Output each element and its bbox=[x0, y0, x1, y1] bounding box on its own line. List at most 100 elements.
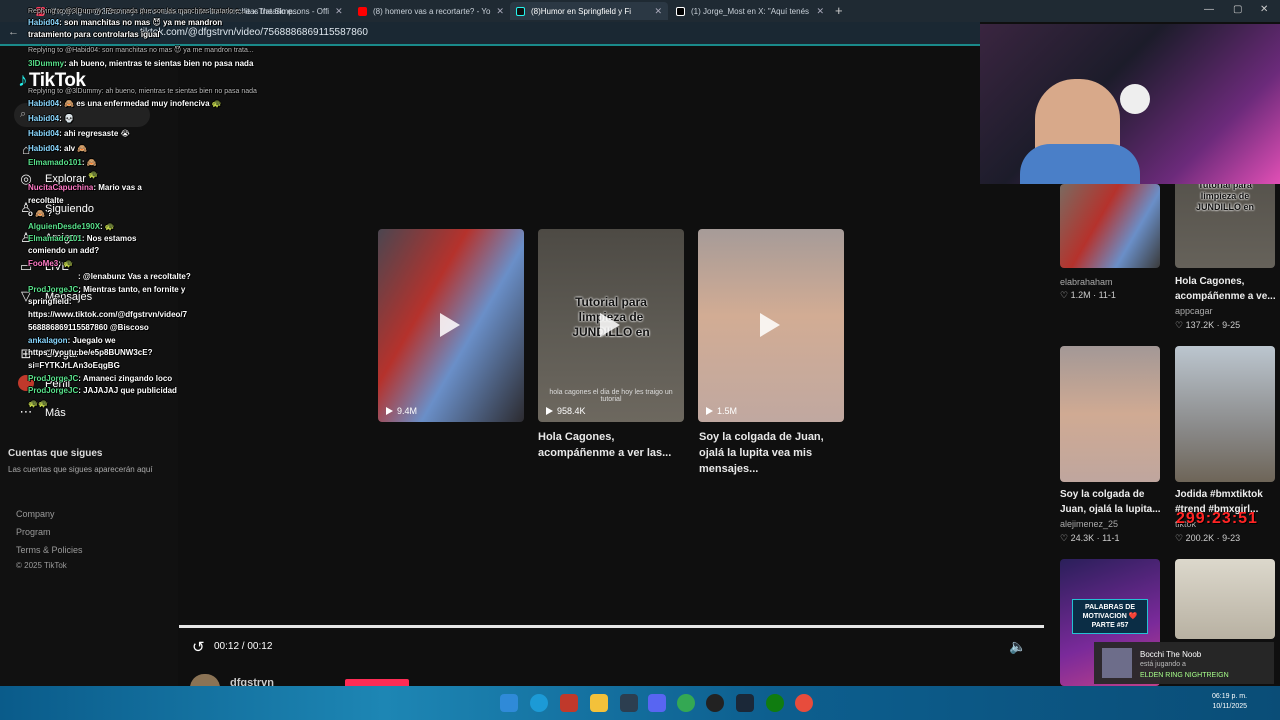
play-small-icon bbox=[706, 407, 713, 415]
streamer-hoodie bbox=[1020, 144, 1140, 184]
chat-message: recoltalte bbox=[28, 196, 64, 205]
xbox-icon[interactable] bbox=[766, 694, 784, 712]
new-tab-button[interactable]: + bbox=[835, 3, 843, 18]
browser-tab-active[interactable]: (8)Humor en Springfield y Fi ✕ bbox=[510, 2, 668, 20]
play-icon[interactable] bbox=[600, 313, 620, 337]
related-stats: ♡ 24.3K · 11-1 bbox=[1060, 533, 1120, 543]
browser-tab[interactable]: (8) homero vas a recortarte? - Yo ✕ bbox=[352, 2, 507, 20]
chat-message: Habid04: 💀 bbox=[28, 114, 74, 123]
notification-name: Bocchi The Noob bbox=[1140, 650, 1202, 659]
app-icon[interactable] bbox=[560, 694, 578, 712]
video-title[interactable]: Soy la colgada de Juan, ojalá la lupita … bbox=[699, 429, 849, 477]
related-video-thumb[interactable] bbox=[1175, 346, 1275, 482]
footer-company-link[interactable]: Company bbox=[16, 509, 55, 519]
view-count: 1.5M bbox=[706, 406, 737, 416]
chat-message: Habid04: son manchitas no mas 😈 ya me ma… bbox=[28, 18, 223, 27]
heart-icon: ♡ bbox=[1060, 533, 1071, 543]
footer-program-link[interactable]: Program bbox=[16, 527, 51, 537]
search-icon: ⌕ bbox=[20, 108, 27, 120]
steam-icon[interactable] bbox=[736, 694, 754, 712]
chat-message: Habid04: alv 🙈 bbox=[28, 144, 88, 153]
chrome-icon[interactable] bbox=[677, 694, 695, 712]
play-icon[interactable] bbox=[760, 313, 780, 337]
chat-message: ProdJorgeJC: JAJAJAJ que publicidad bbox=[28, 386, 177, 395]
app-icon[interactable] bbox=[620, 694, 638, 712]
play-small-icon bbox=[386, 407, 393, 415]
browser-tab[interactable]: (1) Jorge_Most en X: "Aquí tenés ✕ bbox=[670, 2, 830, 20]
related-video-thumb[interactable] bbox=[1060, 184, 1160, 268]
close-icon[interactable]: ✕ bbox=[496, 6, 504, 17]
notification-avatar bbox=[1102, 648, 1132, 678]
chat-message: 🐢🐢 bbox=[28, 399, 48, 408]
maximize-button[interactable]: ▢ bbox=[1233, 4, 1242, 15]
related-stats: ♡ 1.2M · 11-1 bbox=[1060, 290, 1116, 300]
heart-icon: ♡ bbox=[1060, 290, 1071, 300]
system-clock[interactable]: 06:19 p. m. 10/11/2025 bbox=[1212, 692, 1247, 712]
discord-icon[interactable] bbox=[648, 694, 666, 712]
related-author[interactable]: alejimenez_25 bbox=[1060, 519, 1118, 529]
obs-icon[interactable] bbox=[706, 694, 724, 712]
volume-icon[interactable]: 🔈 bbox=[1009, 638, 1026, 655]
chat-message: 🐢 bbox=[88, 170, 98, 179]
play-small-icon bbox=[546, 407, 553, 415]
chat-message: ankalagon: Juegalo we bbox=[28, 336, 116, 345]
notification-status: está jugando a bbox=[1140, 661, 1186, 668]
chat-message: springfield: bbox=[28, 297, 72, 306]
related-stats: ♡ 137.2K · 9-25 bbox=[1175, 320, 1241, 330]
play-icon[interactable] bbox=[440, 313, 460, 337]
close-window-button[interactable]: ✕ bbox=[1260, 4, 1268, 15]
timecode: 00:12 / 00:12 bbox=[214, 641, 273, 652]
following-empty-text: Las cuentas que sigues aparecerán aquí bbox=[8, 465, 153, 474]
minimize-button[interactable]: — bbox=[1204, 4, 1214, 15]
view-count: 9.4M bbox=[386, 406, 417, 416]
folder-icon[interactable] bbox=[590, 694, 608, 712]
video-caption: hola cagones el dia de hoy les traigo un… bbox=[549, 389, 673, 403]
url-text[interactable]: tiktok.com/@dfgstrvn/video/7568886869115… bbox=[140, 27, 368, 38]
chat-message: o 🙈 ? bbox=[28, 209, 53, 218]
chat-message: Elmamado101: 🙈 bbox=[28, 158, 97, 167]
video-card[interactable]: 1.5M bbox=[698, 229, 844, 422]
progress-bar[interactable] bbox=[179, 625, 1044, 628]
chat-message: ProdJorgeJC: Amaneci zingando loco bbox=[28, 374, 173, 383]
windows-taskbar bbox=[0, 686, 1280, 720]
chat-message: Habid04: 🙈 es una enfermedad muy inofenc… bbox=[28, 99, 222, 108]
video-card[interactable]: Tutorial para limpieza de JUNDILLO en ho… bbox=[538, 229, 684, 422]
close-icon[interactable]: ✕ bbox=[816, 6, 824, 17]
footer-terms-link[interactable]: Terms & Policies bbox=[16, 545, 83, 555]
back-arrow-icon[interactable]: ← bbox=[8, 26, 19, 38]
video-title[interactable]: Hola Cagones, acompáñenme a ver las... bbox=[538, 429, 688, 461]
tiktok-note-icon: ♪ bbox=[18, 70, 28, 91]
app-icon[interactable] bbox=[795, 694, 813, 712]
chat-message: Elmamado101: Nos estamos bbox=[28, 234, 137, 243]
youtube-favicon-icon bbox=[358, 6, 367, 16]
related-title[interactable]: Soy la colgada de Juan, ojalá la lupita.… bbox=[1060, 487, 1164, 517]
related-title[interactable]: Hola Cagones, acompáñenme a ve... bbox=[1175, 274, 1279, 304]
close-icon[interactable]: ✕ bbox=[654, 6, 662, 17]
start-icon[interactable] bbox=[500, 694, 518, 712]
heart-icon: ♡ bbox=[1175, 320, 1186, 330]
following-heading: Cuentas que sigues bbox=[8, 448, 103, 459]
edge-icon[interactable] bbox=[530, 694, 548, 712]
chat-message: 3lDummy: ah bueno, mientras te sientas b… bbox=[28, 59, 254, 68]
related-video-thumb[interactable] bbox=[1060, 346, 1160, 482]
chat-message: comiendo un add? bbox=[28, 246, 100, 255]
nav-mas[interactable]: Más bbox=[45, 407, 66, 419]
x-favicon-icon bbox=[676, 6, 685, 16]
notification-game: ELDEN RING NIGHTREIGN bbox=[1140, 672, 1229, 679]
replay-icon[interactable]: ↺ bbox=[192, 638, 205, 656]
video-card[interactable]: 9.4M bbox=[378, 229, 524, 422]
view-count: 958.4K bbox=[546, 406, 586, 416]
related-author[interactable]: elabrahaham bbox=[1060, 277, 1113, 287]
related-author[interactable]: appcagar bbox=[1175, 306, 1213, 316]
light-icon bbox=[1120, 84, 1150, 114]
related-overlay-text: PALABRAS DE MOTIVACION ❤️ PARTE #57 bbox=[1072, 599, 1148, 634]
related-video-thumb[interactable] bbox=[1175, 559, 1275, 639]
chat-message: Replying to @3lDummy: Pero nada que son … bbox=[28, 8, 245, 15]
chat-message: Replying to @Habid04: son manchitas no m… bbox=[28, 47, 254, 54]
chat-message: AlguienDesde190X: 🐢 bbox=[28, 222, 115, 231]
stream-timer: 299:23:51 bbox=[1176, 510, 1258, 527]
browser-tab[interactable]: le x The Simpsons - Offi ✕ bbox=[238, 2, 348, 20]
chat-message: : @lenabunz Vas a recoltalte? bbox=[78, 272, 191, 281]
chat-message: NucitaCapuchina: Mario vas a bbox=[28, 183, 142, 192]
close-icon[interactable]: ✕ bbox=[335, 6, 343, 17]
